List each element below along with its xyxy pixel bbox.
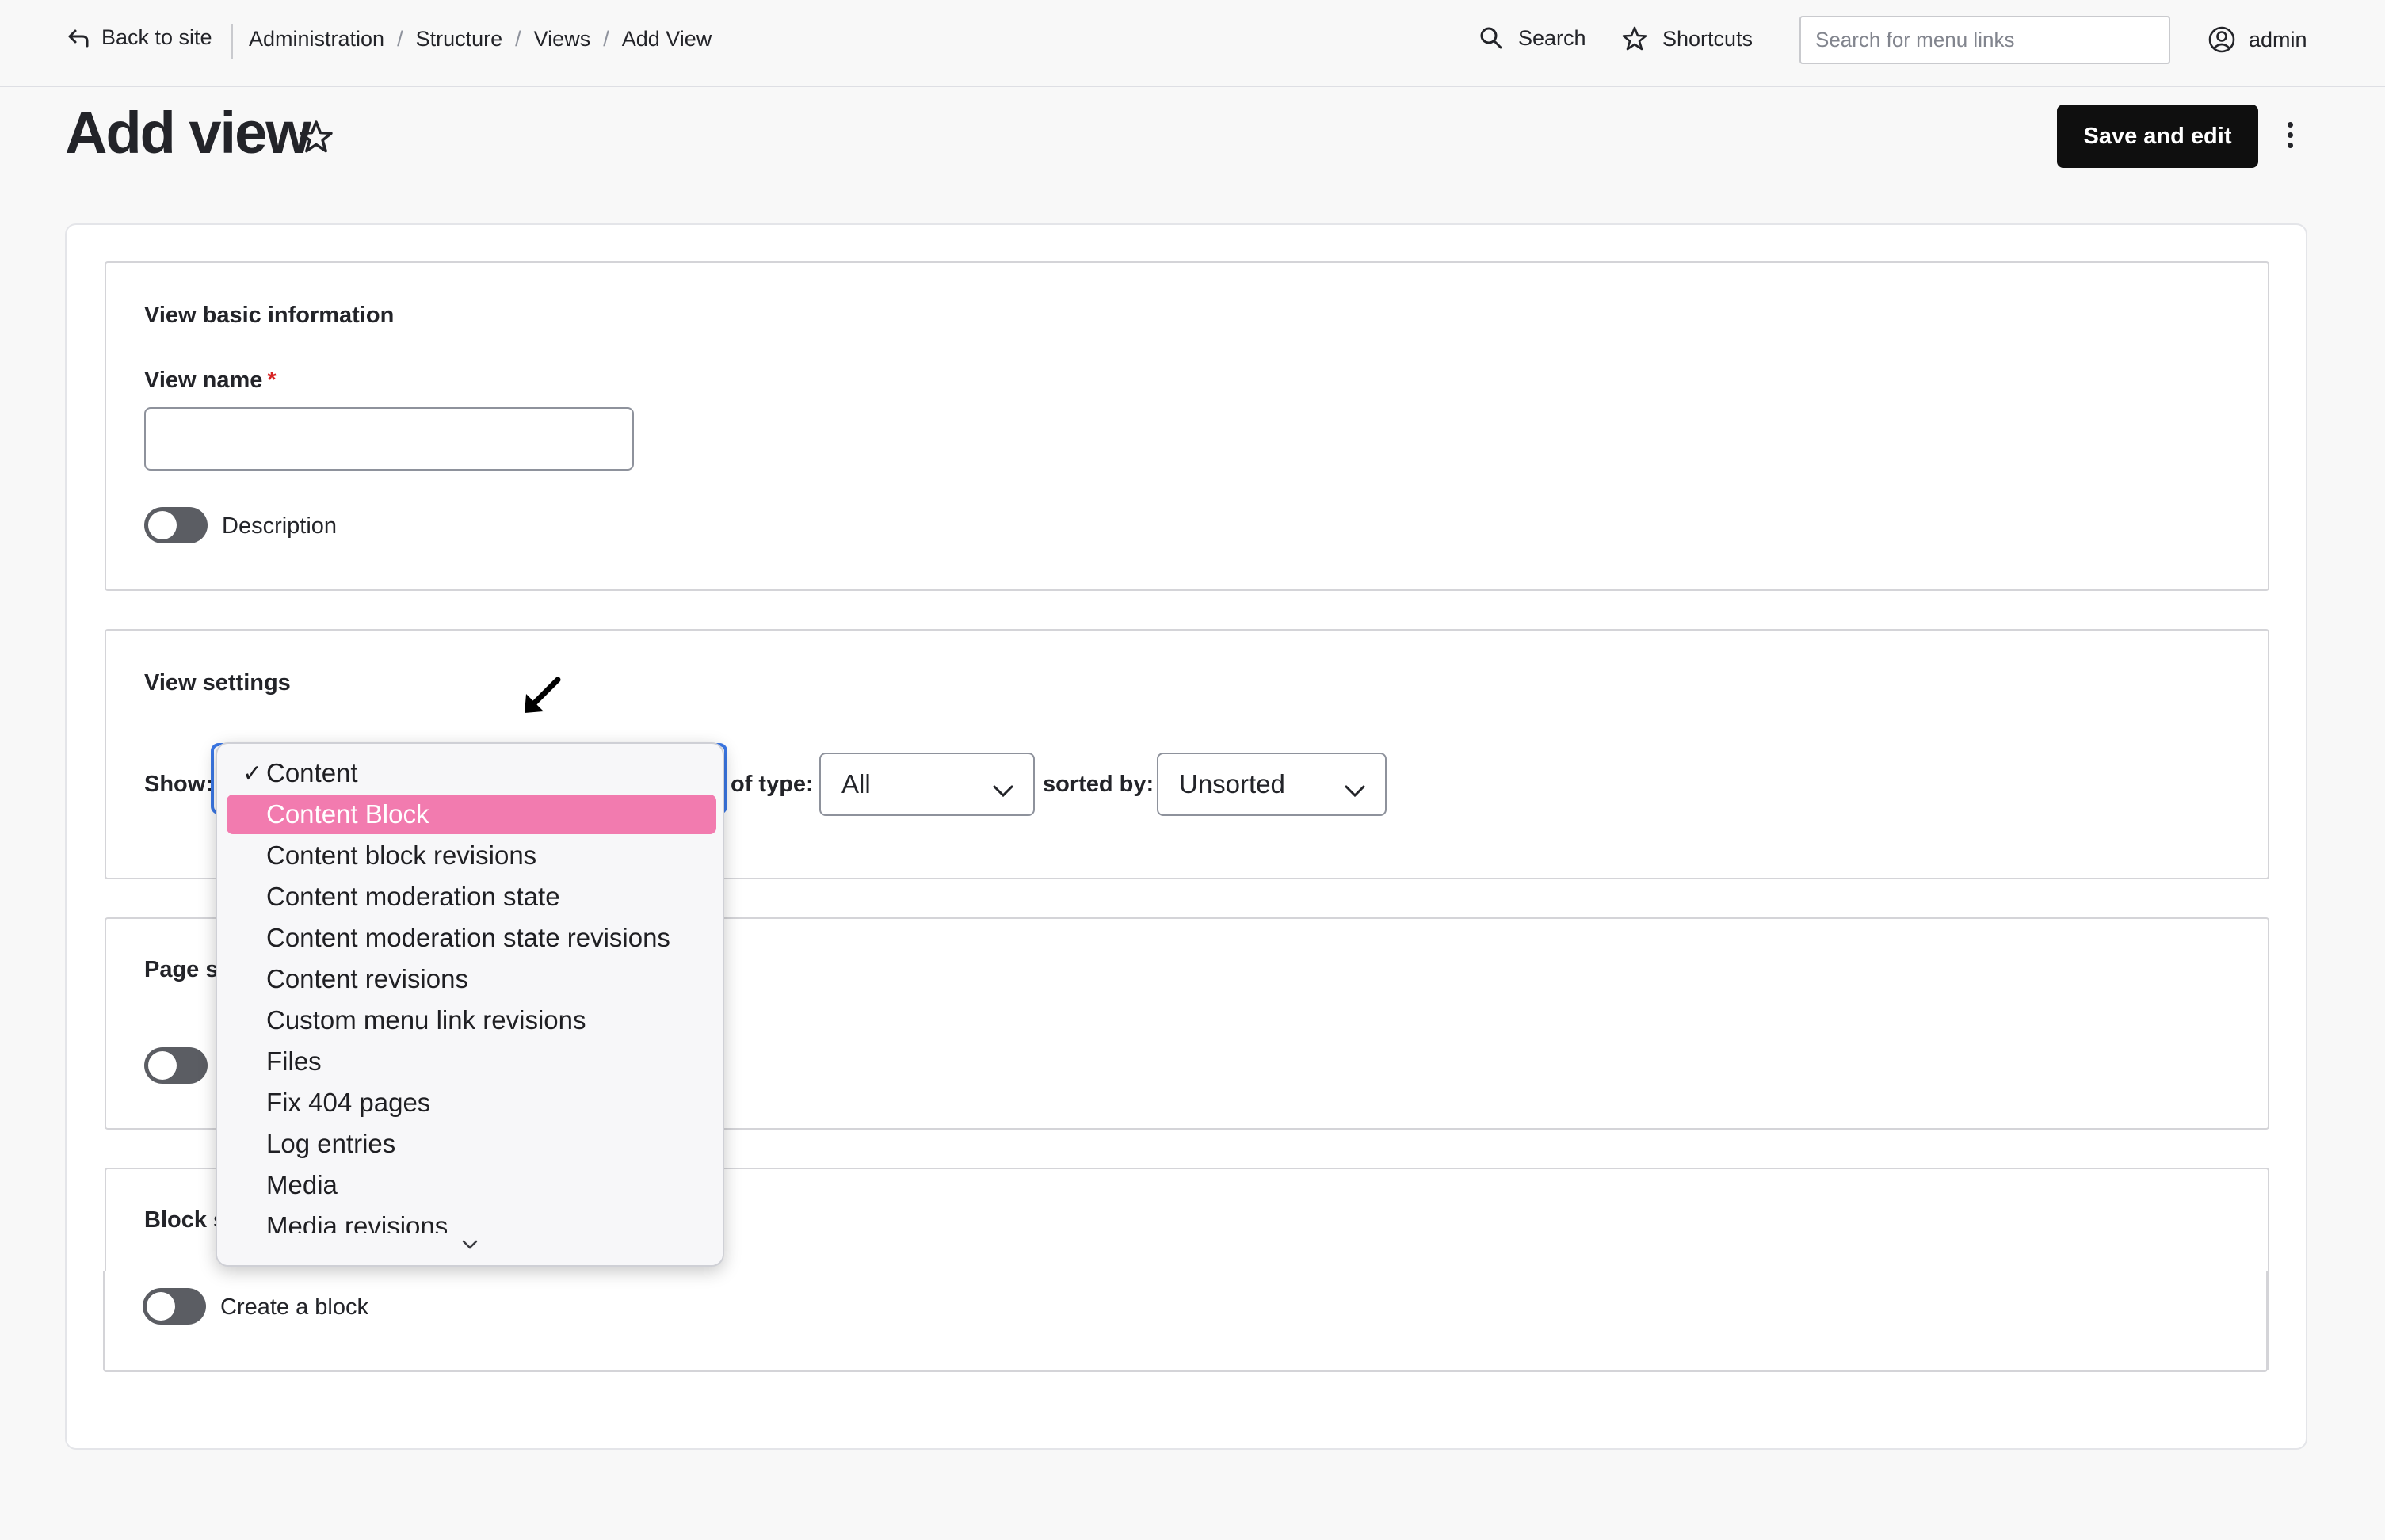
search-label: Search (1518, 25, 1586, 50)
show-option-content-block-revisions[interactable]: Content block revisions (227, 836, 716, 875)
option-label: Content moderation state (266, 882, 560, 911)
block-settings-lower-panel: Create a block (103, 1271, 2268, 1372)
option-label: Content revisions (266, 964, 468, 993)
fieldset-legend: Block s (144, 1207, 227, 1233)
view-name-label: View name * (144, 368, 277, 394)
user-avatar-icon (2208, 25, 2236, 54)
shortcuts-button[interactable]: Shortcuts (1621, 25, 1753, 52)
breadcrumb: Administration / Structure / Views / Add… (249, 27, 712, 51)
show-option-content-revisions[interactable]: Content revisions (227, 959, 716, 999)
menu-links-search-input[interactable] (1799, 16, 2170, 64)
sorted-by-select[interactable]: Unsorted (1157, 753, 1387, 816)
of-type-label: of type: (731, 772, 814, 797)
chevron-down-icon (1344, 775, 1366, 805)
option-label: Log entries (266, 1129, 396, 1158)
option-label: Media (266, 1170, 338, 1199)
toolbar-divider (231, 24, 233, 59)
show-label: Show: (144, 772, 213, 797)
create-block-label: Create a block (220, 1294, 368, 1320)
description-toggle-label: Description (222, 513, 338, 539)
required-marker: * (267, 368, 277, 393)
option-label: Custom menu link revisions (266, 1005, 586, 1035)
option-label: Content Block (266, 799, 429, 829)
top-toolbar: Back to site Administration / Structure … (0, 0, 2385, 87)
breadcrumb-add-view: Add View (621, 27, 712, 51)
create-block-toggle[interactable] (143, 1288, 206, 1325)
sorted-by-selected-value: Unsorted (1179, 769, 1285, 799)
fieldset-legend: View basic information (144, 303, 395, 328)
fieldset-legend: View settings (144, 670, 291, 696)
back-to-site-link[interactable]: Back to site (67, 25, 212, 50)
chevron-down-icon (460, 1238, 479, 1255)
option-label: Content block revisions (266, 841, 537, 870)
of-type-selected-value: All (841, 769, 871, 799)
sorted-by-label: sorted by: (1043, 772, 1154, 797)
show-option-media[interactable]: Media (227, 1165, 716, 1205)
save-and-edit-button[interactable]: Save and edit (2057, 105, 2258, 168)
user-name: admin (2249, 27, 2307, 51)
breadcrumb-separator: / (397, 27, 403, 51)
view-name-input[interactable] (144, 407, 634, 471)
create-page-toggle[interactable] (144, 1047, 208, 1084)
back-to-site-label: Back to site (101, 25, 212, 49)
show-option-content[interactable]: ✓ Content (227, 753, 716, 793)
show-option-log-entries[interactable]: Log entries (227, 1124, 716, 1164)
breadcrumb-separator: / (603, 27, 609, 51)
view-name-label-text: View name (144, 368, 263, 393)
show-option-content-moderation-state[interactable]: Content moderation state (227, 877, 716, 917)
add-to-shortcuts-star-icon[interactable] (298, 119, 334, 159)
search-icon (1479, 25, 1504, 51)
shortcuts-label: Shortcuts (1662, 26, 1753, 51)
breadcrumb-separator: / (515, 27, 521, 51)
of-type-select[interactable]: All (819, 753, 1035, 816)
description-toggle[interactable] (144, 507, 208, 543)
show-select-dropdown: ✓ Content Content Block Content block re… (216, 742, 724, 1267)
option-label: Files (266, 1046, 322, 1076)
chevron-down-icon (992, 775, 1014, 805)
pointer-arrow-icon (520, 675, 564, 723)
show-option-content-block[interactable]: Content Block (227, 795, 716, 834)
option-label: Fix 404 pages (266, 1088, 431, 1117)
view-basic-information-fieldset: View basic information View name * Descri… (105, 261, 2269, 591)
search-button[interactable]: Search (1479, 25, 1586, 51)
back-arrow-icon (67, 26, 90, 50)
show-option-files[interactable]: Files (227, 1042, 716, 1081)
star-icon (1621, 25, 1648, 52)
option-label: Content (266, 758, 358, 787)
show-option-content-moderation-state-revisions[interactable]: Content moderation state revisions (227, 918, 716, 958)
more-actions-kebab-icon[interactable] (2280, 119, 2299, 154)
checkmark-icon: ✓ (242, 760, 263, 787)
page-title: Add view (65, 100, 311, 166)
option-label: Content moderation state revisions (266, 923, 670, 952)
show-option-custom-menu-link-revisions[interactable]: Custom menu link revisions (227, 1001, 716, 1040)
breadcrumb-structure[interactable]: Structure (416, 27, 503, 51)
scroll-down-indicator[interactable] (217, 1233, 723, 1265)
breadcrumb-administration[interactable]: Administration (249, 27, 384, 51)
user-menu[interactable]: admin (2208, 25, 2307, 54)
breadcrumb-views[interactable]: Views (534, 27, 591, 51)
fieldset-legend: Page s (144, 957, 219, 982)
show-option-fix-404-pages[interactable]: Fix 404 pages (227, 1083, 716, 1123)
